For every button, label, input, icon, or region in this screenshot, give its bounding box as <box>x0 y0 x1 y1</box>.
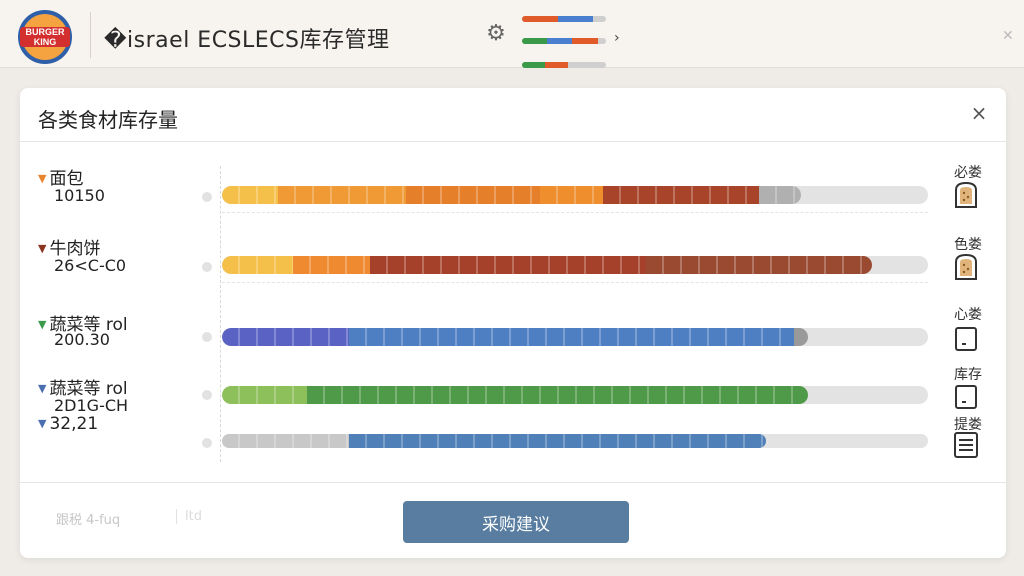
mini-bar-segment <box>522 38 548 44</box>
header-mini-bar-1 <box>522 16 606 22</box>
stock-bar-segment <box>370 256 646 274</box>
stock-bar-vegetables-1 <box>222 328 928 346</box>
stock-bar-bread <box>222 186 928 204</box>
item-value-vegetables-2: 2D1G-CH <box>54 396 129 415</box>
stock-bar-segment <box>222 386 307 404</box>
gear-icon[interactable]: ⚙ <box>484 22 508 46</box>
chart-axis-line <box>220 166 221 462</box>
stock-bar-segment <box>222 186 279 204</box>
marker-icon: ▼ <box>38 318 47 331</box>
panel-close-button[interactable]: × <box>968 102 990 124</box>
item-name: 32,21 <box>49 414 99 434</box>
stock-bar-row5 <box>222 434 928 448</box>
stock-bar-segment <box>306 386 808 404</box>
mini-bar-segment <box>522 62 546 68</box>
app-title: �israel ECSLECS库存管理 <box>104 28 390 53</box>
inventory-panel: 各类食材库存量 × ▼ 面包 10150 必娄 ▼ 牛肉饼 26<C-C0 色娄 ▼… <box>20 88 1006 558</box>
mini-bar-segment <box>557 16 594 22</box>
item-value-bread: 10150 <box>54 186 105 205</box>
footer-hint: 跟税 4-fuq <box>56 513 121 528</box>
mini-bar-segment <box>545 62 569 68</box>
row-dot <box>202 438 212 448</box>
stock-bar-segment <box>758 186 801 204</box>
stock-bar-beef-patty <box>222 256 928 274</box>
box-icon[interactable] <box>952 324 980 354</box>
logo-text: BURGER KING <box>20 27 70 47</box>
marker-icon: ▼ <box>38 172 47 185</box>
stock-bar-segment <box>405 186 540 204</box>
footer-hint-secondary: ltd <box>176 509 202 524</box>
side-label-4: 库存 <box>954 367 982 383</box>
stock-bar-vegetables-2 <box>222 386 928 404</box>
row-dot <box>202 262 212 272</box>
stock-bar-segment <box>645 256 872 274</box>
stock-bar-segment <box>222 328 350 346</box>
panel-footer: 跟税 4-fuq ltd 采购建议 <box>20 482 1006 558</box>
side-label-2: 色娄 <box>954 237 982 253</box>
stock-bar-segment <box>349 434 766 448</box>
item-label-row5: ▼ 32,21 <box>38 414 98 434</box>
stock-bar-segment <box>349 328 794 346</box>
bread-icon[interactable] <box>952 252 980 282</box>
stock-bar-segment <box>222 434 350 448</box>
stock-bar-segment <box>603 186 759 204</box>
row-dot <box>202 390 212 400</box>
panel-header: 各类食材库存量 × <box>20 88 1006 142</box>
item-value-beef-patty: 26<C-C0 <box>54 256 127 275</box>
app-header: BURGER KING �israel ECSLECS库存管理 ⚙ › ✕ <box>0 0 1024 68</box>
panel-title: 各类食材库存量 <box>38 108 178 132</box>
purchase-suggestion-button[interactable]: 采购建议 <box>403 501 629 543</box>
header-mini-bar-3 <box>522 62 606 68</box>
box-icon[interactable] <box>952 382 980 412</box>
chevron-right-icon[interactable]: › <box>614 30 620 46</box>
header-mini-bar-2 <box>522 38 606 44</box>
item-value-vegetables-1: 200.30 <box>54 330 110 349</box>
list-icon[interactable] <box>952 430 980 460</box>
mini-bar-segment <box>522 16 558 22</box>
header-divider <box>90 12 91 58</box>
row-dot <box>202 332 212 342</box>
mini-bar-segment <box>572 38 598 44</box>
side-label-1: 必娄 <box>954 165 982 181</box>
stock-bar-segment <box>278 186 406 204</box>
brand-logo[interactable]: BURGER KING <box>18 10 72 64</box>
row-divider <box>222 282 928 283</box>
row-dot <box>202 192 212 202</box>
marker-icon: ▼ <box>38 242 47 255</box>
bread-icon[interactable] <box>952 180 980 210</box>
stock-bar-segment <box>793 328 808 346</box>
mini-bar-segment <box>547 38 573 44</box>
side-label-3: 心娄 <box>954 307 982 323</box>
row-divider <box>222 212 928 213</box>
marker-icon: ▼ <box>38 382 47 395</box>
stock-bar-segment <box>292 256 371 274</box>
window-close-icon[interactable]: ✕ <box>1002 28 1014 44</box>
stock-bar-segment <box>222 256 293 274</box>
marker-icon: ▼ <box>38 417 47 430</box>
stock-bar-segment <box>539 186 604 204</box>
